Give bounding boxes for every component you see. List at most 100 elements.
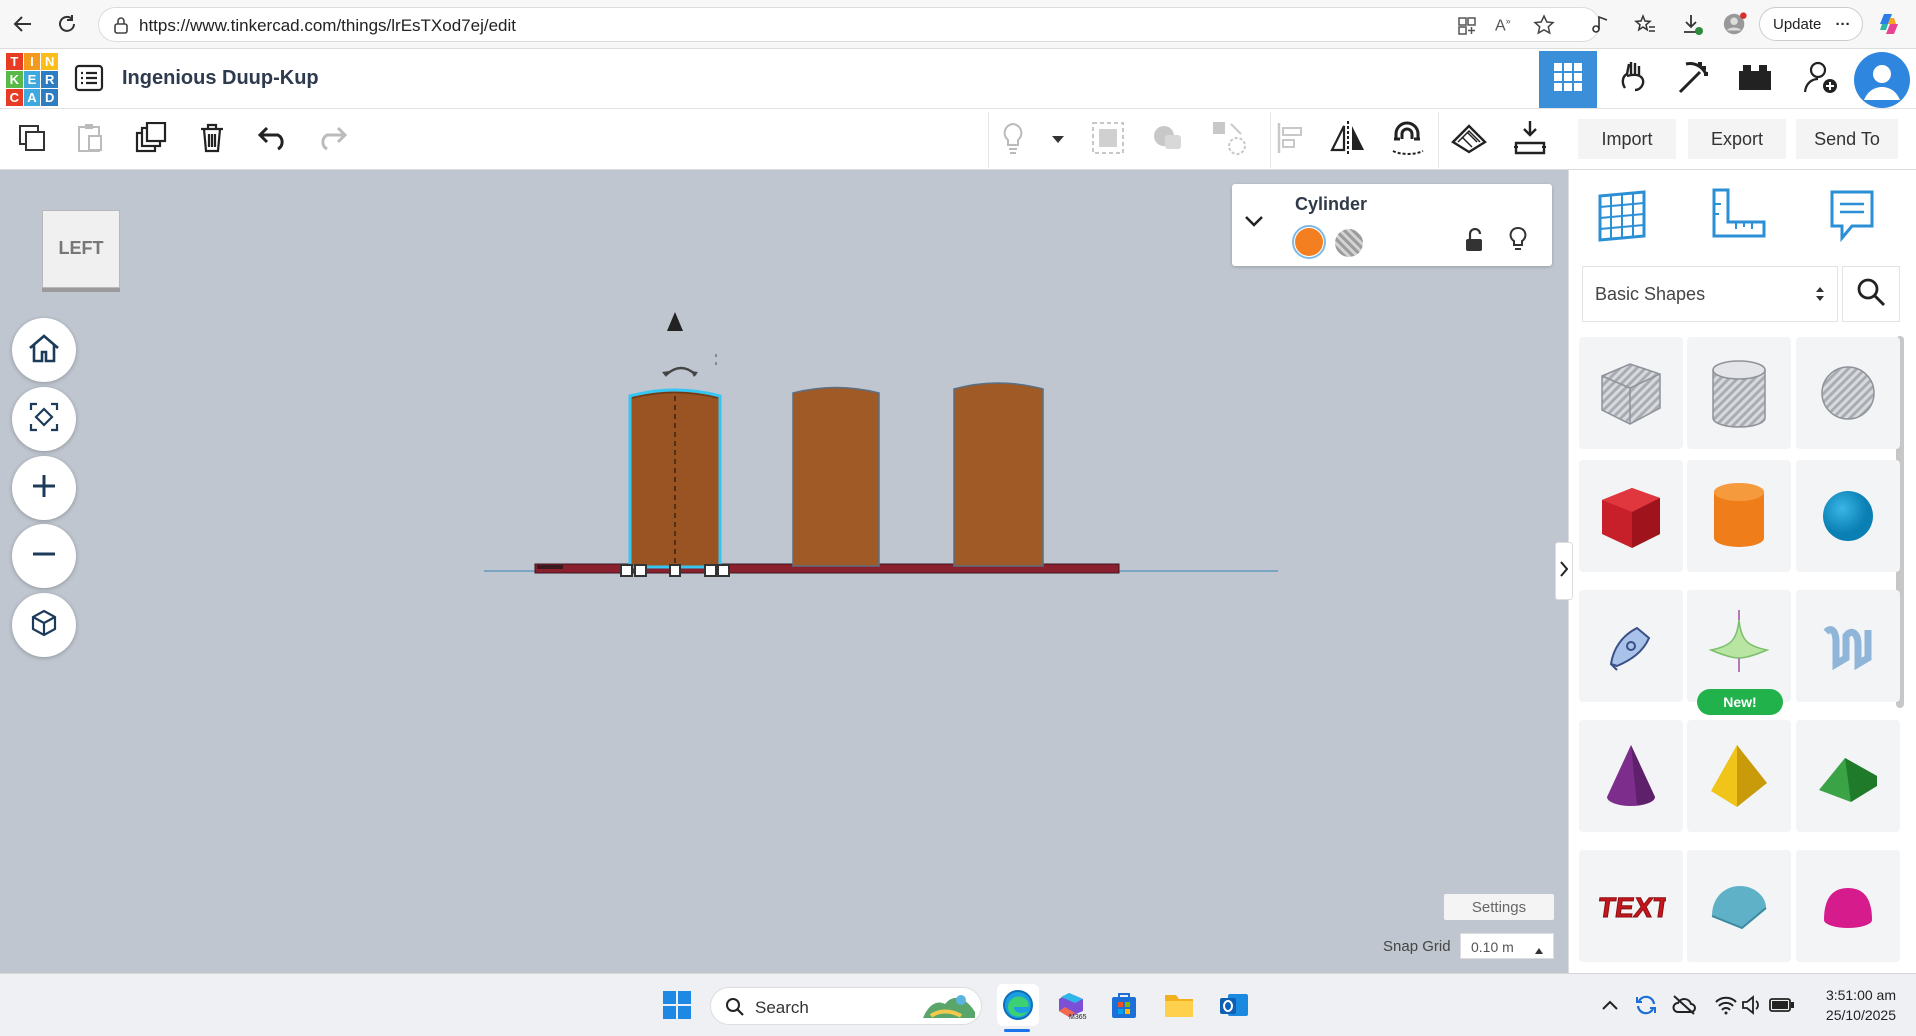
copy-button[interactable]	[12, 120, 52, 160]
copilot-icon[interactable]	[1876, 11, 1902, 37]
shape-roof[interactable]	[1796, 720, 1900, 832]
cylinder-3[interactable]	[953, 382, 1044, 567]
shape-half-cylinder[interactable]	[1687, 850, 1791, 962]
blocks-button[interactable]	[1664, 51, 1722, 108]
scene-svg[interactable]	[0, 170, 1568, 973]
workplane-grid-icon[interactable]	[1596, 184, 1652, 249]
cruise-button[interactable]	[1388, 120, 1428, 160]
notes-comment-icon[interactable]	[1828, 188, 1876, 249]
hole-button[interactable]	[1335, 229, 1363, 257]
site-info-icon[interactable]	[113, 16, 129, 39]
clock-date[interactable]: 25/10/2025	[1816, 1007, 1896, 1023]
shape-cylinder[interactable]	[1687, 460, 1791, 572]
cylinder-2[interactable]	[792, 386, 880, 567]
unlock-icon[interactable]	[1464, 227, 1484, 257]
align-shapes-button[interactable]	[1148, 120, 1188, 160]
grid-icon	[1552, 61, 1584, 98]
media-control-icon[interactable]	[1587, 11, 1613, 37]
logo-letter: K	[6, 71, 23, 88]
selected-cylinder[interactable]	[628, 388, 722, 569]
mirror-button[interactable]	[1328, 120, 1368, 160]
solid-color-button[interactable]	[1292, 225, 1326, 259]
store-taskbar-icon[interactable]	[1108, 989, 1140, 1021]
lift-handle-icon[interactable]	[667, 312, 683, 331]
notes-button[interactable]	[993, 120, 1033, 160]
show-hidden-icons-icon[interactable]	[1594, 989, 1626, 1021]
edge-taskbar-icon[interactable]	[997, 984, 1039, 1026]
3d-design-view-button[interactable]	[1539, 51, 1597, 108]
cloud-off-icon[interactable]	[1668, 989, 1700, 1021]
design-list-icon[interactable]	[74, 64, 104, 97]
align-button[interactable]	[1270, 120, 1310, 160]
shape-sphere-hole[interactable]	[1796, 337, 1900, 449]
back-icon[interactable]	[10, 11, 36, 37]
delete-button[interactable]	[192, 120, 232, 160]
shape-text-wave[interactable]	[1796, 590, 1900, 702]
export-button[interactable]: Export	[1688, 119, 1786, 159]
paste-button[interactable]	[70, 120, 110, 160]
design-title[interactable]: Ingenious Duup-Kup	[122, 67, 319, 90]
app-available-icon[interactable]	[1457, 16, 1477, 41]
settings-button[interactable]: Settings	[1444, 894, 1554, 920]
shape-category-select[interactable]: Basic Shapes	[1582, 266, 1838, 322]
resize-handles[interactable]	[620, 564, 730, 577]
visibility-bulb-icon[interactable]	[1508, 226, 1528, 259]
ruler-icon[interactable]	[1710, 188, 1766, 245]
group-button[interactable]	[1088, 120, 1128, 160]
more-icon: ···	[1835, 16, 1851, 33]
shape-shape-generator[interactable]	[1687, 590, 1791, 702]
favorite-star-icon[interactable]	[1533, 14, 1555, 41]
undo-button[interactable]	[253, 120, 293, 160]
user-avatar[interactable]	[1853, 51, 1911, 108]
shape-scribble[interactable]	[1579, 590, 1683, 702]
clock-time[interactable]: 3:51:00 am	[1816, 987, 1896, 1003]
shape-box[interactable]	[1579, 460, 1683, 572]
ungroup-button[interactable]	[1209, 120, 1249, 160]
shape-search-button[interactable]	[1842, 266, 1900, 322]
snap-grid-select[interactable]: 0.10 m	[1460, 933, 1554, 959]
file-explorer-taskbar-icon[interactable]	[1163, 989, 1195, 1021]
snap-grid-label: Snap Grid	[1383, 938, 1451, 955]
update-button[interactable]: Update ···	[1759, 7, 1863, 41]
shape-paraboloid[interactable]	[1796, 850, 1900, 962]
shape-cone[interactable]	[1579, 720, 1683, 832]
toolbar-divider	[988, 112, 989, 168]
tinkercad-logo[interactable]: T I N K E R C A D	[6, 53, 58, 106]
volume-icon[interactable]	[1736, 989, 1768, 1021]
shape-sphere[interactable]	[1796, 460, 1900, 572]
downloads-icon[interactable]	[1679, 11, 1705, 37]
panel-toggle-button[interactable]	[1555, 542, 1573, 600]
sort-arrows-icon	[1815, 285, 1825, 308]
read-aloud-icon[interactable]: A»	[1495, 16, 1511, 35]
sim-lab-button[interactable]	[1605, 51, 1663, 108]
shape-cylinder-hole[interactable]	[1687, 337, 1791, 449]
m365-taskbar-icon[interactable]: M365	[1055, 989, 1087, 1021]
shapes-merge-icon	[1151, 123, 1185, 158]
import-button[interactable]: Import	[1578, 119, 1676, 159]
favorites-icon[interactable]	[1632, 11, 1658, 37]
send-to-button[interactable]: Send To	[1796, 119, 1898, 159]
bricks-button[interactable]	[1726, 51, 1784, 108]
duplicate-button[interactable]	[131, 120, 171, 160]
shape-pyramid[interactable]	[1687, 720, 1791, 832]
refresh-icon[interactable]	[54, 11, 80, 37]
shape-box-hole[interactable]	[1579, 337, 1683, 449]
notes-dropdown-button[interactable]	[1040, 120, 1076, 160]
outlook-taskbar-icon[interactable]	[1218, 989, 1250, 1021]
windows-start-icon[interactable]	[661, 989, 693, 1021]
caret-up-icon	[1535, 941, 1543, 957]
shape-text[interactable]: TEXT	[1579, 850, 1683, 962]
invite-user-button[interactable]	[1792, 51, 1850, 108]
collapse-inspector-icon[interactable]	[1244, 214, 1264, 233]
taskbar-search-box[interactable]: Search	[710, 987, 982, 1025]
redo-button[interactable]	[312, 120, 352, 160]
workplane-button[interactable]	[1449, 120, 1489, 160]
redo-icon	[316, 125, 348, 156]
search-icon	[725, 997, 745, 1022]
ruler-button[interactable]	[1510, 120, 1550, 160]
battery-icon[interactable]	[1766, 989, 1798, 1021]
pickaxe-icon	[1674, 58, 1712, 101]
sync-icon[interactable]	[1630, 989, 1662, 1021]
profile-avatar-icon[interactable]	[1722, 11, 1748, 37]
address-bar[interactable]: https://www.tinkercad.com/things/lrEsTXo…	[98, 7, 1600, 42]
